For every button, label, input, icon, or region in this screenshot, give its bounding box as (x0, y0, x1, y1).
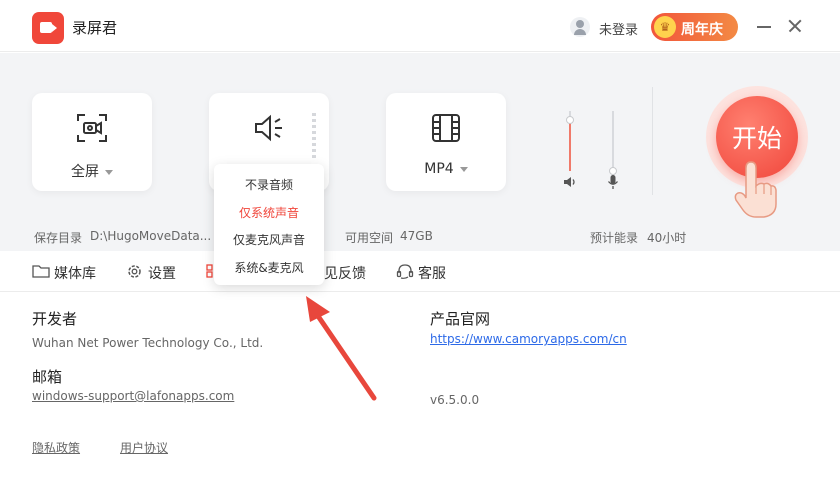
record-area-card[interactable]: 全屏 (32, 93, 152, 191)
close-icon[interactable] (787, 18, 803, 34)
microphone-small-icon (607, 175, 619, 189)
folder-icon (32, 265, 50, 278)
anniversary-label: 周年庆 (681, 22, 723, 38)
email-label: 邮箱 (32, 368, 63, 386)
nav-media-library-label: 媒体库 (54, 266, 96, 282)
nav-support-label: 客服 (418, 266, 446, 282)
speaker-icon (255, 114, 282, 142)
chevron-down-icon (459, 166, 468, 172)
gear-icon (128, 265, 141, 278)
audio-option-system[interactable]: 仅系统声音 (214, 204, 324, 221)
film-icon (432, 114, 460, 142)
audio-source-dropdown: 不录音频 仅系统声音 仅麦克风声音 系统&麦克风 (214, 164, 324, 285)
save-dir-label: 保存目录 (34, 231, 83, 245)
bottom-nav: 媒体库 设置 见反馈 客服 (0, 251, 840, 292)
user-avatar-icon[interactable] (570, 17, 590, 37)
pointing-hand-icon (734, 161, 777, 218)
system-volume-thumb[interactable] (566, 116, 574, 124)
crown-icon: ♛ (654, 16, 676, 38)
speaker-small-icon (564, 177, 575, 187)
app-logo-icon (32, 12, 64, 44)
website-link[interactable]: https://www.camoryapps.com/cn (430, 332, 627, 346)
recorder-panel: 全屏 MP4 开始 保存目录 D:\HugoMoveData... 可用空间 4… (0, 53, 840, 251)
anniversary-promo-button[interactable]: ♛ 周年庆 (651, 13, 738, 41)
audio-option-both[interactable]: 系统&麦克风 (214, 259, 324, 276)
email-link[interactable]: windows-support@lafonapps.com (32, 389, 234, 403)
start-label: 开始 (731, 124, 782, 153)
audio-level-meter (312, 113, 316, 161)
screen-capture-icon (77, 114, 107, 142)
system-volume-fill (569, 120, 571, 171)
annotation-arrow (306, 296, 377, 401)
minimize-icon[interactable] (756, 18, 772, 34)
user-agreement-link[interactable]: 用户协议 (120, 439, 168, 456)
login-status[interactable]: 未登录 (599, 19, 638, 38)
system-volume-slider[interactable] (566, 111, 574, 171)
version-label: v6.5.0.0 (430, 393, 480, 407)
record-area-label: 全屏 (71, 164, 99, 180)
website-label: 产品官网 (430, 310, 491, 328)
nav-settings-label: 设置 (148, 266, 176, 282)
panel-divider (652, 87, 653, 195)
estimate-label: 预计能录 (590, 231, 639, 245)
mic-volume-slider[interactable] (609, 111, 617, 175)
developer-label: 开发者 (32, 310, 78, 328)
save-dir-value[interactable]: D:\HugoMoveData... (90, 229, 211, 243)
app-title: 录屏君 (72, 19, 118, 37)
nav-feedback-label: 见反馈 (324, 266, 366, 282)
developer-value: Wuhan Net Power Technology Co., Ltd. (32, 336, 264, 350)
estimate-value: 40小时 (647, 231, 687, 245)
title-bar: 录屏君 未登录 ♛ 周年庆 (0, 0, 840, 52)
format-card[interactable]: MP4 (386, 93, 506, 191)
audio-option-none[interactable]: 不录音频 (214, 176, 324, 193)
free-space-label: 可用空间 (345, 231, 394, 245)
privacy-policy-link[interactable]: 隐私政策 (32, 439, 80, 456)
audio-option-mic[interactable]: 仅麦克风声音 (214, 231, 324, 248)
chevron-down-icon (105, 169, 113, 175)
free-space-value: 47GB (400, 229, 433, 243)
format-label: MP4 (424, 161, 454, 177)
headset-icon (396, 264, 414, 279)
